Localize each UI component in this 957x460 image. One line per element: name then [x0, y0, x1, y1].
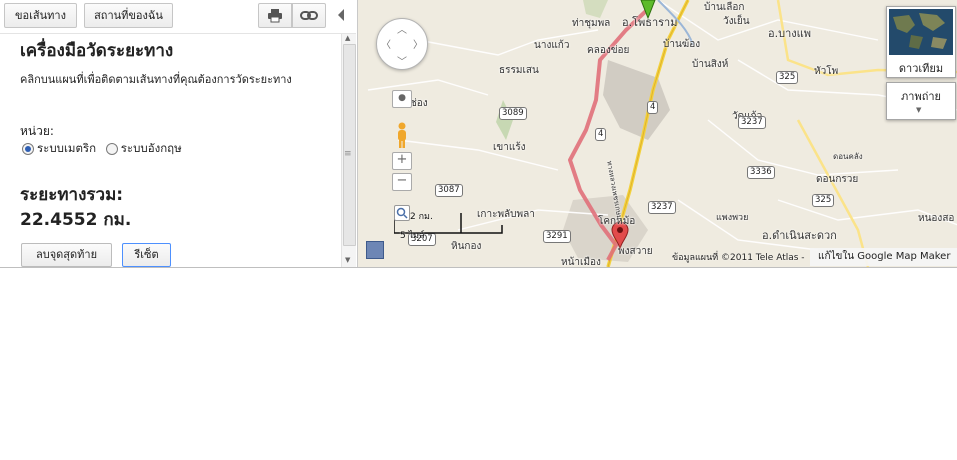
zoom-box-icon[interactable]: [394, 205, 410, 221]
panel-scrollbar[interactable]: ▲ ≡ ▼: [341, 34, 356, 267]
map-copyright: ข้อมูลแผนที่ ©2011 Tele Atlas -: [672, 253, 805, 263]
road-number-badge: 3087: [435, 184, 463, 197]
scrollbar-thumb[interactable]: [343, 44, 356, 246]
my-location-icon[interactable]: ●: [392, 90, 412, 108]
scale-metric-label: 2 กม.: [410, 212, 433, 222]
remove-last-point-button[interactable]: ลบจุดสุดท้าย: [21, 243, 112, 267]
map-label: วังเย็น: [723, 16, 750, 27]
metric-option[interactable]: ระบบเมตริก: [22, 140, 96, 158]
map-label: แพงพวย: [716, 213, 749, 223]
road-number-badge: 325: [812, 194, 835, 207]
satellite-thumbnail: [889, 9, 953, 55]
link-button[interactable]: [292, 3, 326, 28]
satellite-label: ดาวเทียม: [898, 62, 944, 75]
map-label: บ้านเลือก: [704, 2, 745, 13]
unit-options: ระบบเมตริก ระบบอังกฤษ: [22, 140, 188, 158]
scroll-up-icon[interactable]: ▲: [345, 34, 350, 42]
distance-tool: เครื่องมือวัดระยะทาง คลิกบนแผนที่เพื่อติ…: [0, 34, 340, 267]
pan-down-icon[interactable]: ﹀: [397, 53, 407, 68]
pan-control[interactable]: ︿ ﹀ 〈 〉: [376, 18, 428, 70]
get-directions-button[interactable]: ขอเส้นทาง: [4, 3, 77, 28]
scroll-grip-icon: ≡: [344, 149, 352, 159]
link-icon: [300, 11, 318, 20]
road-number-badge: 3237: [738, 116, 766, 129]
road-number-badge: 3089: [499, 107, 527, 120]
metric-radio[interactable]: [22, 142, 34, 155]
road-number-badge: 4: [595, 128, 607, 141]
road-number-badge: 325: [776, 71, 799, 84]
total-distance-label: ระยะทางรวม:: [20, 185, 124, 205]
my-places-button[interactable]: สถานที่ของฉัน: [84, 3, 173, 28]
edit-in-map-maker-link[interactable]: แก้ไขใน Google Map Maker: [810, 248, 957, 266]
overview-map-icon[interactable]: [366, 241, 384, 259]
map-label: คลองข่อย: [587, 45, 630, 56]
unit-label: หน่วย:: [20, 124, 54, 138]
print-icon: [268, 9, 282, 23]
terrain-map-type[interactable]: ภาพถ่าย ▼: [886, 82, 956, 120]
panel-toolbar: ขอเส้นทาง สถานที่ของฉัน: [0, 0, 356, 34]
pan-right-icon[interactable]: 〉: [413, 36, 423, 51]
dropdown-caret-icon: ▼: [916, 106, 922, 114]
imperial-label: ระบบอังกฤษ: [120, 141, 182, 155]
road-number-badge: 4: [647, 101, 659, 114]
scale-imperial-label: 5 ไมล์: [400, 231, 425, 241]
side-panel: ขอเส้นทาง สถานที่ของฉัน เครื่องมือวัดระย…: [0, 0, 356, 267]
total-distance-value: 22.4552 กม.: [20, 210, 132, 230]
tool-title: เครื่องมือวัดระยะทาง: [20, 41, 174, 61]
pegman-icon[interactable]: [395, 122, 409, 149]
scroll-down-icon[interactable]: ▼: [345, 256, 350, 264]
pan-left-icon[interactable]: 〈: [381, 36, 391, 51]
map-label: หัวโพ: [814, 66, 839, 77]
tool-description: คลิกบนแผนที่เพื่อติดตามเส้นทางที่คุณต้อง…: [20, 73, 292, 86]
map-label: หน้าเมือง: [561, 257, 601, 267]
map-label: อ.ดำเนินสะดวก: [762, 229, 837, 242]
map-label: ธรรมเสน: [499, 65, 539, 76]
imperial-option[interactable]: ระบบอังกฤษ: [105, 140, 182, 158]
map-label: ท่าชุมพล: [572, 18, 611, 29]
road-number-badge: 3291: [543, 230, 571, 243]
map-label: เขาแร้ง: [493, 142, 526, 153]
imperial-radio[interactable]: [105, 142, 118, 155]
satellite-map-type[interactable]: ดาวเทียม: [886, 6, 956, 78]
metric-label: ระบบเมตริก: [37, 141, 97, 155]
terrain-label: ภาพถ่าย: [901, 90, 941, 103]
map-label: บ้านสิงห์: [692, 59, 729, 70]
pan-up-icon[interactable]: ︿: [397, 21, 407, 36]
map-label: ดอนกรวย: [816, 174, 859, 185]
map-scale: 2 กม. 5 ไมล์: [394, 211, 504, 241]
map-label: หินกอง: [451, 241, 482, 252]
zoom-out-button[interactable]: −: [392, 173, 412, 191]
map-label: พงสวาย: [618, 246, 653, 257]
road-number-badge: 3336: [747, 166, 775, 179]
map-label: บ้านฆ้อง: [663, 39, 701, 50]
road-number-badge: 3237: [648, 201, 676, 214]
zoom-in-button[interactable]: +: [392, 152, 412, 170]
map-label: ช่อง: [410, 98, 428, 109]
map-label: นางแก้ว: [534, 40, 570, 51]
print-button[interactable]: [258, 3, 292, 28]
map-canvas[interactable]: ท่าชุมพล อ.โพธาราม บ้านเลือก วังเย็น อ.บ…: [357, 0, 957, 267]
collapse-panel-icon[interactable]: [336, 7, 346, 23]
map-label: อ.บางแพ: [768, 27, 811, 40]
reset-button[interactable]: รีเซ็ต: [122, 243, 171, 267]
maps-app: ขอเส้นทาง สถานที่ของฉัน เครื่องมือวัดระย…: [0, 0, 957, 268]
map-label: หนองสอ: [918, 213, 955, 224]
map-label: อ.โพธาราม: [622, 16, 678, 29]
map-label: ดอนคลัง: [833, 152, 863, 161]
